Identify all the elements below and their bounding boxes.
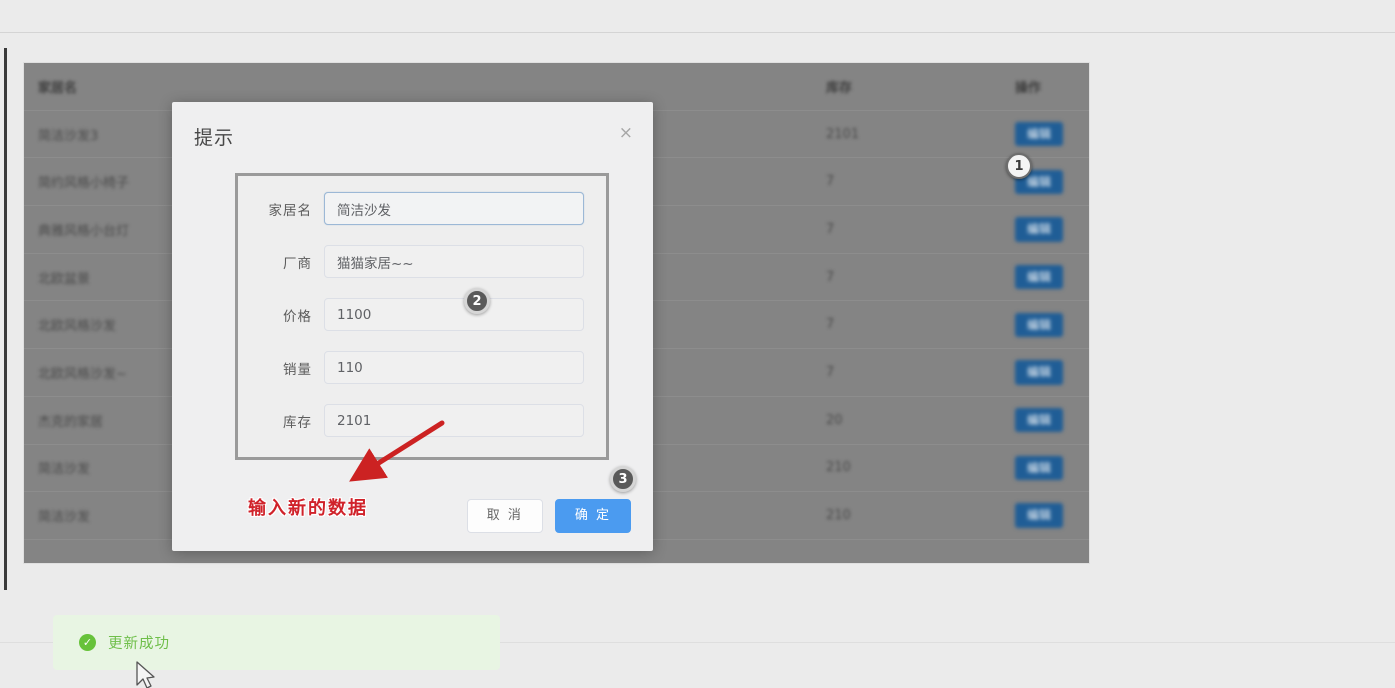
edit-button[interactable]: 编辑 xyxy=(1015,503,1064,528)
form-row: 厂商 xyxy=(238,235,606,288)
edit-button[interactable]: 编辑 xyxy=(1015,264,1064,290)
confirm-button[interactable]: 确 定 xyxy=(554,498,631,533)
edit-button[interactable]: 编辑 xyxy=(1015,455,1064,481)
edit-button[interactable]: 编辑 xyxy=(1015,360,1064,385)
edit-button[interactable]: 编辑 xyxy=(1015,407,1064,433)
dialog-header: 提示 × xyxy=(172,102,653,164)
success-check-icon: ✓ xyxy=(79,634,96,651)
cancel-button[interactable]: 取 消 xyxy=(466,498,543,533)
cell-stock: 2101 xyxy=(812,110,1001,159)
toast-message: 更新成功 xyxy=(108,636,170,652)
field-input[interactable] xyxy=(324,404,584,437)
close-icon[interactable]: × xyxy=(619,125,633,142)
form-row: 家居名 xyxy=(238,182,606,235)
annotation-callout-text: 输入新的数据 xyxy=(248,498,368,519)
edit-button[interactable]: 编辑 xyxy=(1015,217,1064,242)
step-badge-3: 3 xyxy=(610,466,636,492)
edit-button[interactable]: 编辑 xyxy=(1015,312,1064,337)
cell-action: 编辑 xyxy=(1001,253,1089,302)
cell-stock: 20 xyxy=(812,396,1001,445)
cell-stock: 7 xyxy=(812,348,1001,397)
field-input[interactable] xyxy=(324,245,584,278)
field-label: 家居名 xyxy=(268,202,312,219)
left-rail xyxy=(4,48,7,590)
cell-action: 编辑 xyxy=(1001,205,1089,254)
success-toast: ✓ 更新成功 xyxy=(53,615,500,670)
cell-stock: 7 xyxy=(812,253,1001,302)
step-badge-1: 1 xyxy=(1006,153,1032,179)
cell-stock: 7 xyxy=(812,205,1001,254)
dialog-footer: 取 消 确 定 xyxy=(466,498,631,533)
field-input[interactable] xyxy=(324,192,584,225)
edit-dialog: 提示 × 家居名厂商价格销量库存 取 消 确 定 xyxy=(172,102,653,551)
field-input[interactable] xyxy=(324,351,584,384)
column-header-stock: 库存 xyxy=(812,63,1001,111)
cell-stock: 7 xyxy=(812,157,1001,207)
top-divider xyxy=(0,32,1395,33)
cell-action: 编辑 xyxy=(1001,348,1089,397)
field-label: 价格 xyxy=(283,308,312,325)
field-label: 销量 xyxy=(283,361,312,378)
form-row: 销量 xyxy=(238,341,606,394)
step-badge-2: 2 xyxy=(464,288,490,314)
app-root: 家居名 库存 操作 简洁沙发3 2101 编辑 简约风格小椅子 7 编辑 典雅风格小台灯 7 编… xyxy=(0,0,1395,688)
field-input[interactable] xyxy=(324,298,584,331)
cell-action: 编辑 xyxy=(1001,491,1089,540)
column-header-action: 操作 xyxy=(1001,63,1089,111)
field-label: 厂商 xyxy=(283,255,312,272)
cell-stock: 7 xyxy=(812,300,1001,350)
field-label: 库存 xyxy=(283,414,312,431)
cell-action: 编辑 xyxy=(1001,110,1089,159)
mouse-cursor-icon xyxy=(136,661,155,688)
cell-action: 编辑 xyxy=(1001,396,1089,445)
cell-action: 编辑 xyxy=(1001,300,1089,350)
edit-form-panel: 家居名厂商价格销量库存 xyxy=(235,173,609,460)
form-row: 价格 xyxy=(238,288,606,341)
dialog-title: 提示 xyxy=(194,127,235,149)
cell-stock: 210 xyxy=(812,491,1001,540)
cell-action: 编辑 xyxy=(1001,444,1089,493)
cell-stock: 210 xyxy=(812,444,1001,493)
form-row: 库存 xyxy=(238,394,606,447)
edit-button[interactable]: 编辑 xyxy=(1015,121,1064,147)
